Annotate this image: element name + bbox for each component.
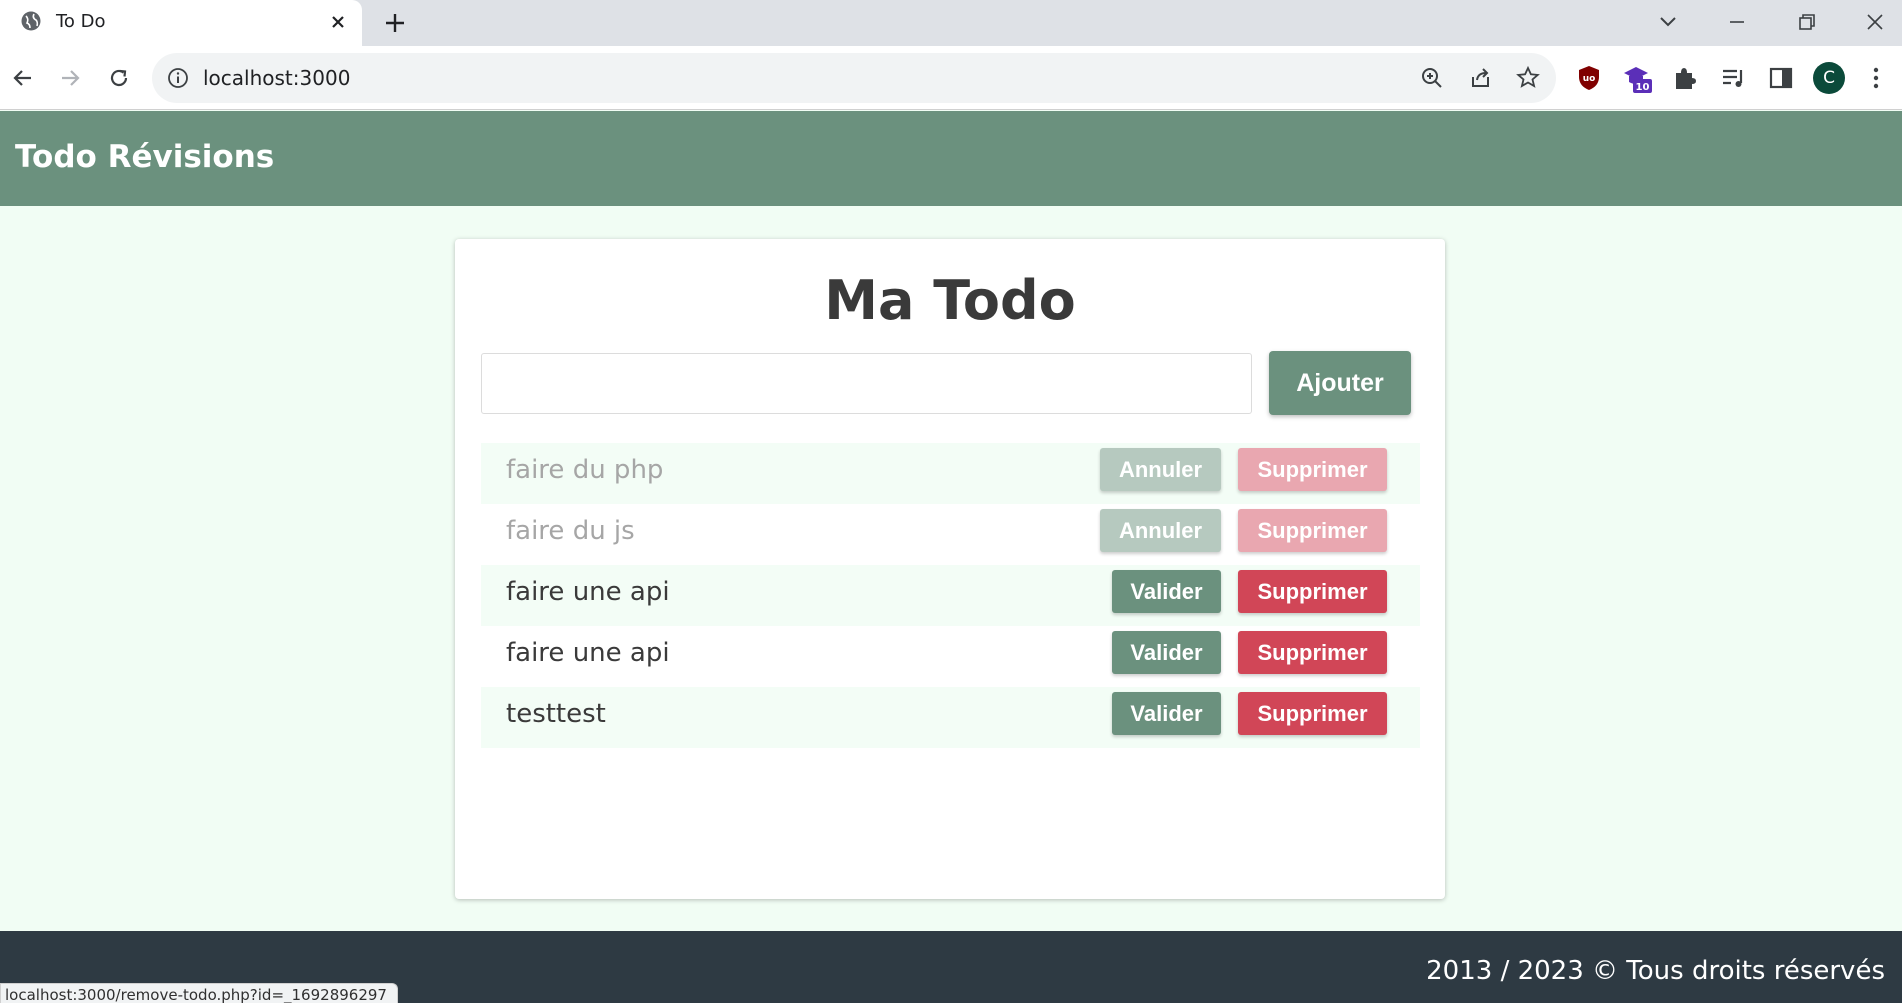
todo-item: faire du js Annuler Supprimer — [481, 504, 1420, 565]
reload-icon[interactable] — [105, 64, 133, 92]
todo-text: faire du js — [506, 516, 635, 546]
status-url-bubble: localhost:3000/remove-todo.php?id=_16928… — [0, 983, 398, 1003]
extension-badge: 10 — [1636, 82, 1650, 93]
todo-text: testtest — [506, 699, 606, 729]
tab-title: To Do — [56, 11, 106, 32]
more-menu-icon[interactable] — [1861, 63, 1891, 93]
browser-tab[interactable]: To Do — [0, 0, 362, 46]
browser-tab-strip: To Do — [0, 0, 1902, 46]
new-tab-icon[interactable] — [381, 9, 409, 37]
back-icon[interactable] — [9, 64, 37, 92]
delete-button[interactable]: Supprimer — [1238, 448, 1387, 491]
validate-button[interactable]: Valider — [1112, 631, 1221, 674]
browser-toolbar: localhost:3000 uo 10 C — [0, 46, 1902, 110]
globe-icon — [21, 11, 41, 31]
side-panel-icon[interactable] — [1766, 63, 1796, 93]
minimize-icon[interactable] — [1721, 6, 1753, 38]
new-todo-input[interactable] — [481, 353, 1252, 414]
todo-item: faire du php Annuler Supprimer — [481, 443, 1420, 504]
todo-card: Ma Todo Ajouter faire du php Annuler Sup… — [455, 239, 1445, 899]
todo-text: faire du php — [506, 455, 664, 485]
profile-avatar[interactable]: C — [1813, 62, 1845, 94]
site-title: Todo Révisions — [15, 139, 275, 175]
delete-button[interactable]: Supprimer — [1238, 509, 1387, 552]
todo-item: faire une api Valider Supprimer — [481, 565, 1420, 626]
close-window-icon[interactable] — [1859, 6, 1891, 38]
page-title: Ma Todo — [824, 269, 1076, 332]
cancel-button[interactable]: Annuler — [1100, 448, 1221, 491]
svg-text:uo: uo — [1583, 74, 1596, 84]
footer-copyright: 2013 / 2023 © Tous droits réservés — [1426, 956, 1885, 986]
share-icon[interactable] — [1468, 65, 1494, 91]
info-icon[interactable] — [166, 66, 190, 90]
media-control-icon[interactable] — [1718, 63, 1748, 93]
graduation-cap-icon[interactable]: 10 — [1622, 63, 1652, 93]
validate-button[interactable]: Valider — [1112, 692, 1221, 735]
tab-search-icon[interactable] — [1652, 6, 1684, 38]
address-bar[interactable]: localhost:3000 — [152, 53, 1556, 103]
cancel-button[interactable]: Annuler — [1100, 509, 1221, 552]
validate-button[interactable]: Valider — [1112, 570, 1221, 613]
bookmark-star-icon[interactable] — [1515, 65, 1541, 91]
zoom-icon[interactable] — [1419, 65, 1445, 91]
delete-button[interactable]: Supprimer — [1238, 631, 1387, 674]
todo-text: faire une api — [506, 577, 670, 607]
restore-icon[interactable] — [1791, 6, 1823, 38]
todo-list: faire du php Annuler Supprimer faire du … — [481, 443, 1420, 748]
todo-item: testtest Valider Supprimer — [481, 687, 1420, 748]
delete-button[interactable]: Supprimer — [1238, 692, 1387, 735]
add-todo-button[interactable]: Ajouter — [1269, 351, 1411, 415]
todo-item: faire une api Valider Supprimer — [481, 626, 1420, 687]
todo-text: faire une api — [506, 638, 670, 668]
extensions-puzzle-icon[interactable] — [1670, 63, 1700, 93]
url-text[interactable]: localhost:3000 — [203, 66, 350, 90]
site-header: Todo Révisions — [0, 111, 1902, 206]
forward-icon[interactable] — [56, 64, 84, 92]
ublock-origin-icon[interactable]: uo — [1574, 63, 1604, 93]
close-tab-icon[interactable] — [326, 10, 350, 34]
delete-button[interactable]: Supprimer — [1238, 570, 1387, 613]
